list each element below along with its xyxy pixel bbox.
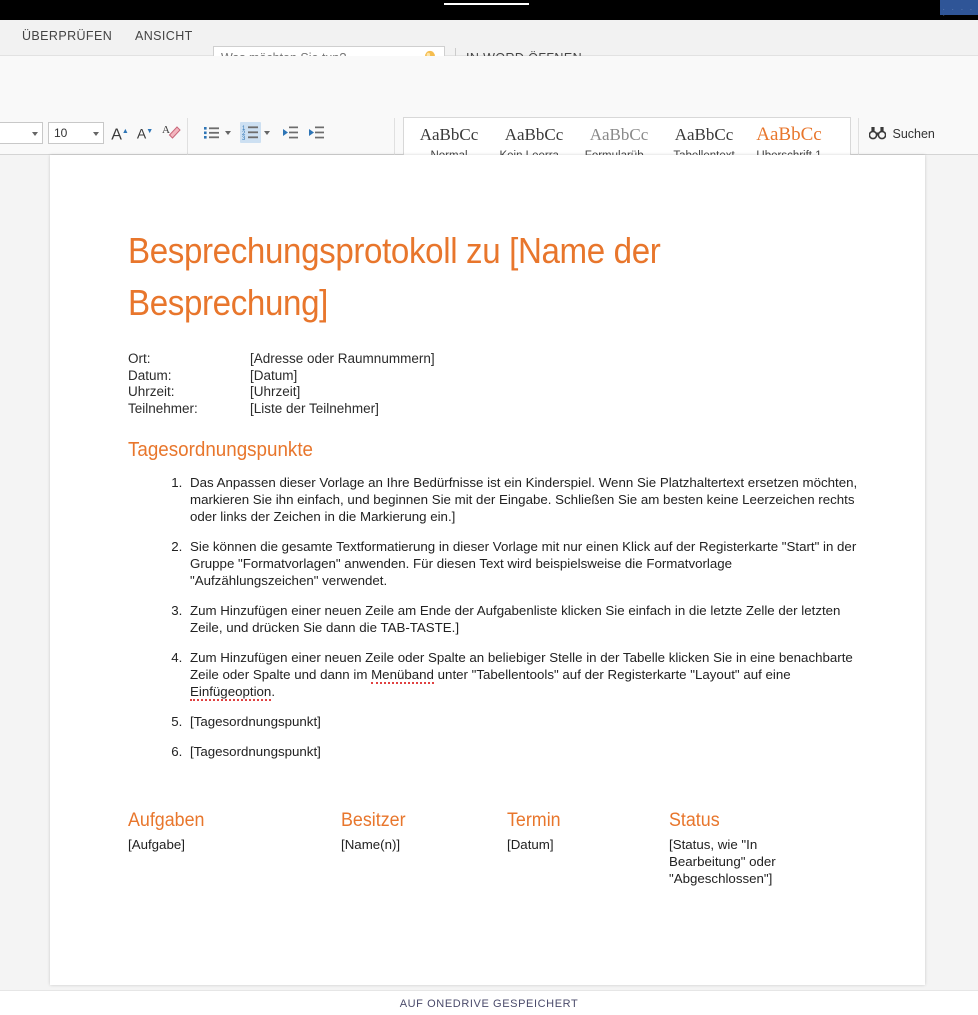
document-page[interactable]: Besprechungsprotokoll zu [Name der Bespr… (50, 155, 925, 985)
meta-row: Ort: [Adresse oder Raumnummern] (128, 351, 858, 368)
table-column-status: Status [Status, wie "In Bearbeitung" ode… (669, 810, 804, 887)
style-preview: AaBbCc (406, 124, 492, 146)
table-header: Aufgaben (128, 810, 328, 832)
document-canvas[interactable]: Besprechungsprotokoll zu [Name der Bespr… (0, 155, 978, 990)
table-header: Status (669, 810, 796, 832)
find-label: Suchen (892, 127, 934, 141)
table-cell: [Status, wie "In Bearbeitung" oder "Abge… (669, 836, 804, 887)
top-bar-blue-dots: · · · · · (943, 7, 978, 19)
table-cell: [Aufgabe] (128, 836, 341, 853)
binoculars-icon (869, 126, 889, 143)
numbering-icon[interactable]: 1 2 3 (240, 122, 261, 143)
page-title: Besprechungsprotokoll zu [Name der Bespr… (128, 225, 855, 329)
meta-key: Datum: (128, 368, 250, 385)
meta-value: [Uhrzeit] (250, 384, 300, 401)
status-bar: ) AUF ONEDRIVE GESPEICHERT (0, 990, 978, 1015)
list-item: Zum Hinzufügen einer neuen Zeile am Ende… (186, 602, 858, 636)
table-column-aufgaben: Aufgaben [Aufgabe] (128, 810, 341, 887)
list-item: Das Anpassen dieser Vorlage an Ihre Bedü… (186, 474, 858, 525)
table-header: Termin (507, 810, 659, 832)
tab-ueberpruefen[interactable]: ÜBERPRÜFEN (22, 29, 112, 43)
table-column-besitzer: Besitzer [Name(n)] (341, 810, 507, 887)
tasks-table[interactable]: Aufgaben [Aufgabe] Besitzer [Name(n)] Te… (128, 810, 888, 887)
style-preview: AaBbCc (661, 124, 747, 146)
meta-key: Uhrzeit: (128, 384, 250, 401)
ribbon: (Tex 10 A▲ A▼ A abc x2 x2 ab A Schriftar… (0, 56, 978, 155)
save-status-label: AUF ONEDRIVE GESPEICHERT (0, 998, 978, 1010)
font-name-combobox[interactable]: (Tex (0, 122, 43, 144)
chevron-down-icon[interactable] (93, 132, 99, 136)
svg-text:3: 3 (242, 136, 246, 142)
meta-row: Teilnehmer: [Liste der Teilnehmer] (128, 401, 858, 418)
meeting-meta-list: Ort: [Adresse oder Raumnummern] Datum: [… (128, 351, 858, 417)
font-size-value: 10 (54, 126, 67, 140)
meta-value: [Adresse oder Raumnummern] (250, 351, 435, 368)
grow-font-icon[interactable]: A▲ (109, 122, 131, 145)
document-body[interactable]: Besprechungsprotokoll zu [Name der Bespr… (128, 225, 858, 773)
top-bar-underline (444, 3, 529, 5)
chevron-down-icon[interactable] (264, 131, 270, 135)
increase-indent-icon[interactable] (306, 122, 327, 143)
tab-ansicht[interactable]: ANSICHT (135, 29, 193, 43)
svg-text:A: A (162, 124, 170, 136)
meta-key: Teilnehmer: (128, 401, 250, 418)
meta-key: Ort: (128, 351, 250, 368)
meta-value: [Liste der Teilnehmer] (250, 401, 379, 418)
top-bar-blue-badge[interactable]: · · · · · (940, 0, 978, 15)
agenda-list: Das Anpassen dieser Vorlage an Ihre Bedü… (128, 474, 858, 760)
agenda-heading: Tagesordnungspunkte (128, 439, 814, 462)
table-header: Besitzer (341, 810, 497, 832)
style-preview: AaBbCc (491, 124, 577, 146)
meta-row: Uhrzeit: [Uhrzeit] (128, 384, 858, 401)
list-item: Sie können die gesamte Textformatierung … (186, 538, 858, 589)
font-size-combobox[interactable]: 10 (48, 122, 104, 144)
meta-value: [Datum] (250, 368, 297, 385)
chevron-down-icon[interactable] (225, 131, 231, 135)
decrease-indent-icon[interactable] (280, 122, 301, 143)
list-item: [Tagesordnungspunkt] (186, 743, 858, 760)
bullets-icon[interactable] (201, 122, 222, 143)
style-preview: AaBbCc (746, 124, 832, 146)
window-top-bar: · · · · · (0, 0, 978, 20)
table-cell: [Name(n)] (341, 836, 507, 853)
table-column-termin: Termin [Datum] (507, 810, 669, 887)
style-preview: AaBbCc (576, 124, 662, 146)
chevron-down-icon[interactable] (32, 132, 38, 136)
ribbon-tab-row: ÜBERPRÜFEN ANSICHT IN WORD ÖFFNEN (0, 20, 978, 56)
clear-formatting-icon[interactable]: A (160, 122, 182, 146)
meta-row: Datum: [Datum] (128, 368, 858, 385)
list-item: [Tagesordnungspunkt] (186, 713, 858, 730)
table-cell: [Datum] (507, 836, 669, 853)
find-button[interactable]: Suchen (869, 126, 935, 143)
shrink-font-icon[interactable]: A▼ (134, 122, 156, 144)
list-item: Zum Hinzufügen einer neuen Zeile oder Sp… (186, 649, 858, 700)
